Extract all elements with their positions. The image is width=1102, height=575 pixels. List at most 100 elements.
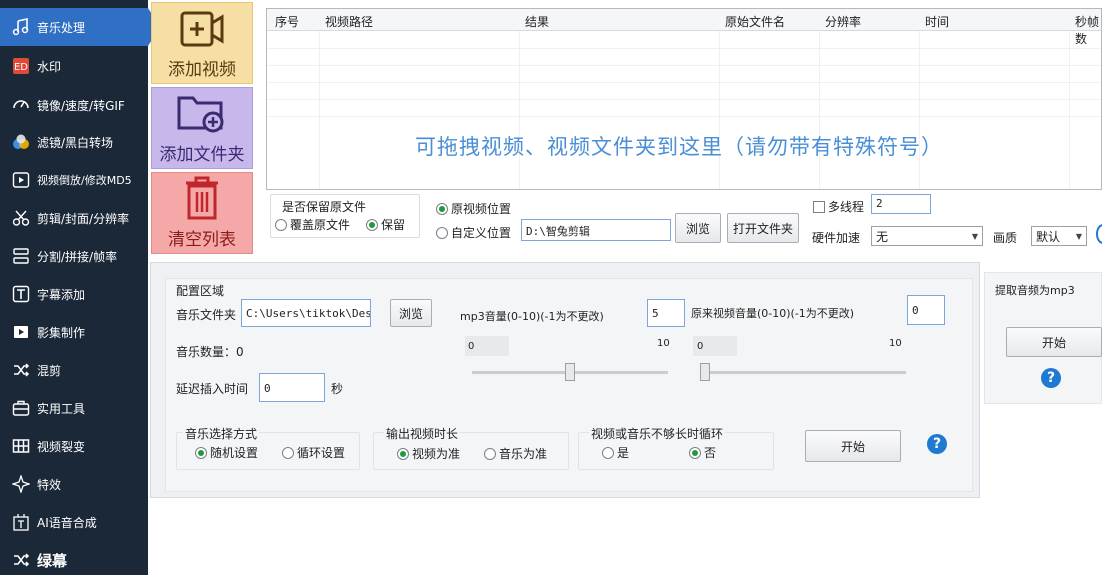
- video-based-radio[interactable]: 视频为准: [397, 445, 460, 462]
- sidebar-item-edit[interactable]: 剪辑/封面/分辨率: [0, 199, 148, 237]
- video-based-label: 视频为准: [412, 447, 461, 461]
- overwrite-radio[interactable]: 覆盖原文件: [275, 216, 350, 233]
- sidebar-item-label: 水印: [37, 59, 62, 74]
- loop-radio[interactable]: 循环设置: [282, 444, 345, 461]
- help-icon[interactable]: [1096, 224, 1102, 244]
- orig-volume-slider-thumb[interactable]: [700, 363, 710, 381]
- sidebar-item-filter[interactable]: 滤镜/黑白转场: [0, 123, 148, 161]
- sidebar-item-ai-voice[interactable]: AI语音合成: [0, 503, 148, 541]
- music-folder-input[interactable]: C:\Users\tiktok\Deskt: [241, 299, 371, 327]
- add-video-button[interactable]: 添加视频: [151, 2, 253, 84]
- output-path-input[interactable]: D:\智兔剪辑: [521, 219, 671, 241]
- checkbox-box: [813, 200, 825, 213]
- subtitle-icon: [10, 283, 32, 305]
- multithread-checkbox[interactable]: 多线程: [813, 198, 864, 215]
- sidebar-item-greenscreen[interactable]: 绿幕: [0, 541, 148, 575]
- orig-volume-slider-track[interactable]: [700, 371, 906, 374]
- file-table[interactable]: 序号 视频路径 结果 原始文件名 分辨率 时间 秒帧数 可拖拽视频、视频文件夹到…: [266, 8, 1102, 190]
- music-folder-label: 音乐文件夹: [176, 308, 237, 322]
- random-radio[interactable]: 随机设置: [195, 444, 258, 461]
- orig-slider-min: 0: [697, 341, 704, 352]
- music-count: 音乐数量：0: [176, 345, 244, 359]
- grid-icon: [10, 435, 32, 457]
- grid-line: [319, 31, 320, 189]
- grid-line: [267, 65, 1101, 66]
- sidebar-item-album[interactable]: 影集制作: [0, 313, 148, 351]
- chevron-down-icon: ▼: [1075, 231, 1082, 241]
- radio-dot: [275, 218, 287, 231]
- loop-no-radio[interactable]: 否: [689, 444, 716, 461]
- sidebar-item-split[interactable]: 分割/拼接/帧率: [0, 237, 148, 275]
- sidebar-item-speed[interactable]: 镜像/速度/转GIF: [0, 86, 148, 124]
- sidebar-item-subtitle[interactable]: 字幕添加: [0, 275, 148, 313]
- sidebar-item-music[interactable]: 音乐处理: [0, 8, 160, 46]
- sidebar-item-tools[interactable]: 实用工具: [0, 389, 148, 427]
- radio-dot: [602, 446, 614, 459]
- loop-label: 循环设置: [297, 446, 346, 460]
- keep-radio[interactable]: 保留: [366, 216, 405, 233]
- radio-dot: [282, 446, 294, 459]
- music-note-icon: [10, 16, 32, 38]
- sidebar-item-label: 字幕添加: [37, 287, 86, 302]
- music-based-radio[interactable]: 音乐为准: [484, 445, 547, 462]
- drop-hint: 可拖拽视频、视频文件夹到这里（请勿带有特殊符号）: [415, 135, 943, 159]
- radio-dot: [484, 447, 496, 460]
- sparkle-icon: [10, 473, 32, 495]
- column-header-result: 结果: [525, 15, 550, 29]
- extract-start-button[interactable]: 开始: [1006, 327, 1102, 357]
- orig-volume-input[interactable]: 0: [907, 295, 945, 325]
- trash-icon: [186, 176, 218, 220]
- original-location-radio[interactable]: 原视频位置: [436, 200, 511, 217]
- sidebar-item-rewind[interactable]: 视频倒放/修改MD5: [0, 161, 148, 199]
- grid-line: [719, 31, 720, 189]
- browse-music-button[interactable]: 浏览: [390, 299, 432, 327]
- add-folder-icon: [177, 96, 224, 133]
- custom-location-radio[interactable]: 自定义位置: [436, 224, 511, 241]
- sidebar-item-label: 剪辑/封面/分辨率: [37, 211, 130, 226]
- column-header-filename: 原始文件名: [725, 15, 786, 29]
- grid-line: [919, 31, 920, 189]
- multithread-label: 多线程: [828, 200, 865, 214]
- help-icon[interactable]: ?: [1041, 368, 1061, 388]
- sidebar-item-label: 特效: [37, 477, 62, 492]
- original-location-label: 原视频位置: [451, 202, 512, 216]
- grid-line: [819, 31, 820, 189]
- orig-slider-max: 10: [889, 338, 902, 349]
- sidebar-item-label: 分割/拼接/帧率: [37, 249, 118, 264]
- sidebar-item-label: 影集制作: [37, 325, 86, 340]
- hw-accel-label: 硬件加速: [812, 231, 861, 245]
- hw-accel-select[interactable]: 无 ▼: [871, 226, 983, 246]
- shuffle-icon: [10, 549, 32, 571]
- quality-select[interactable]: 默认 ▼: [1031, 226, 1087, 246]
- custom-location-label: 自定义位置: [451, 226, 512, 240]
- music-select-title: 音乐选择方式: [183, 425, 260, 442]
- sidebar-item-label: 音乐处理: [37, 20, 86, 35]
- add-video-icon: [180, 11, 224, 47]
- sidebar-item-effects[interactable]: 特效: [0, 465, 148, 503]
- loop-title: 视频或音乐不够长时循环: [589, 425, 726, 442]
- sidebar-item-label: 视频裂变: [37, 439, 86, 454]
- clear-list-button[interactable]: 清空列表: [151, 172, 253, 254]
- watermark-icon: ED: [10, 55, 32, 77]
- sidebar-item-mix[interactable]: 混剪: [0, 351, 148, 389]
- thread-count-input[interactable]: 2: [871, 194, 931, 214]
- add-video-label: 添加视频: [168, 60, 236, 80]
- sidebar-item-fission[interactable]: 视频裂变: [0, 427, 148, 465]
- delay-input[interactable]: 0: [259, 373, 325, 402]
- help-icon[interactable]: ?: [927, 434, 947, 454]
- grid-line: [267, 116, 1101, 117]
- browse-output-button[interactable]: 浏览: [675, 213, 721, 243]
- open-folder-button[interactable]: 打开文件夹: [727, 213, 799, 243]
- delay-label: 延迟插入时间: [176, 382, 249, 396]
- sidebar-item-watermark[interactable]: ED 水印: [0, 47, 148, 85]
- sidebar-item-label: 实用工具: [37, 401, 86, 416]
- add-folder-button[interactable]: 添加文件夹: [151, 87, 253, 169]
- start-button[interactable]: 开始: [805, 430, 901, 462]
- mp3-volume-slider-thumb[interactable]: [565, 363, 575, 381]
- mp3-volume-input[interactable]: 5: [647, 299, 685, 327]
- toolbox-icon: [10, 397, 32, 419]
- radio-dot: [436, 226, 448, 239]
- loop-yes-radio[interactable]: 是: [602, 444, 629, 461]
- column-header-path: 视频路径: [325, 15, 374, 29]
- loop-yes-label: 是: [617, 446, 630, 460]
